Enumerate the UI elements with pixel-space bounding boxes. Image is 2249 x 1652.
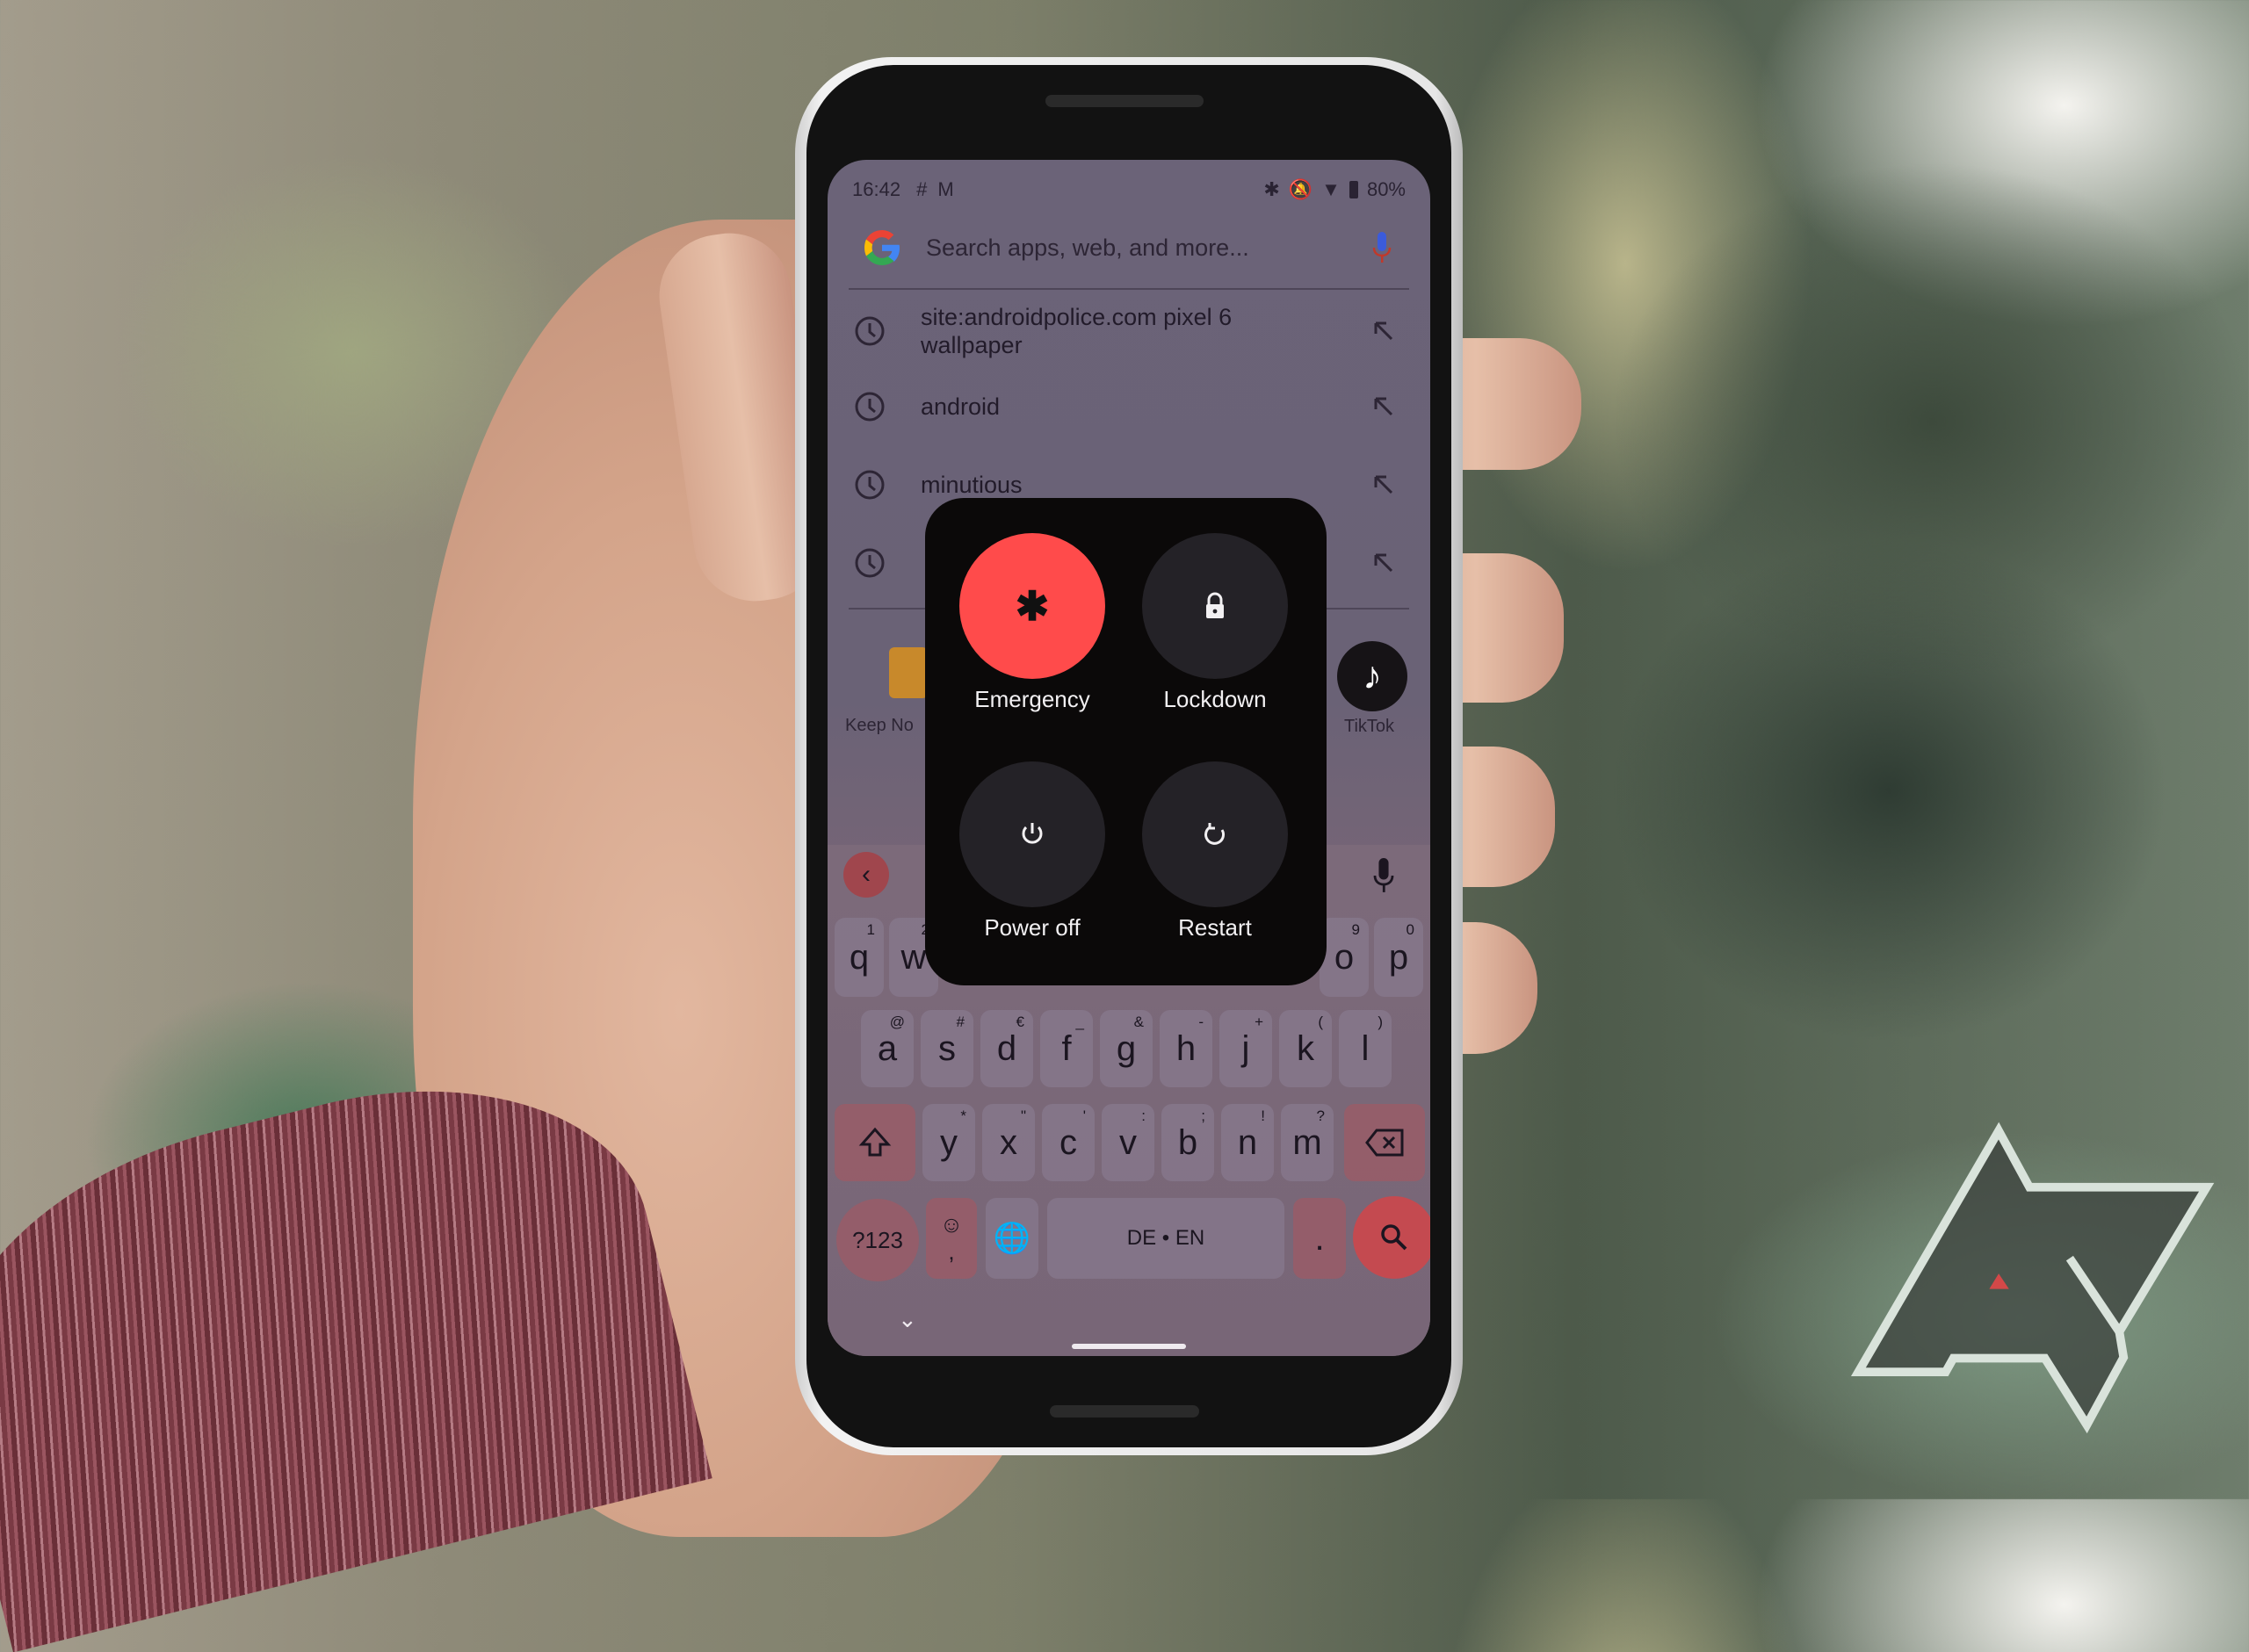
key-h[interactable]: h- xyxy=(1160,1010,1212,1087)
key-n[interactable]: n! xyxy=(1221,1104,1274,1181)
status-time: 16:42 xyxy=(852,178,901,200)
globe-icon: 🌐 xyxy=(993,1222,1031,1255)
bluetooth-icon: ✱ xyxy=(1263,178,1280,200)
wifi-icon: ▼ xyxy=(1321,178,1341,200)
key-c[interactable]: c ' xyxy=(1042,1104,1095,1181)
search-input[interactable]: Search apps, web, and more... xyxy=(926,234,1372,262)
gmail-icon: M xyxy=(937,178,954,200)
history-clock-icon xyxy=(855,470,885,500)
shift-key[interactable] xyxy=(835,1104,915,1181)
key-o[interactable]: o9 xyxy=(1320,918,1369,997)
fill-query-arrow-icon[interactable] xyxy=(1370,318,1397,344)
history-clock-icon xyxy=(855,392,885,422)
lockdown-label: Lockdown xyxy=(1163,686,1267,712)
search-bar[interactable]: Search apps, web, and more... xyxy=(854,213,1404,283)
shift-icon xyxy=(858,1127,892,1157)
history-clock-icon xyxy=(855,316,885,346)
power-icon xyxy=(1022,823,1043,844)
app-label: Keep No xyxy=(845,716,914,735)
key-l[interactable]: l) xyxy=(1339,1010,1392,1087)
mic-icon[interactable] xyxy=(1372,232,1392,263)
key-y[interactable]: y * xyxy=(922,1104,975,1181)
emergency-label: Emergency xyxy=(974,686,1090,712)
hide-keyboard-chevron-icon[interactable]: ⌄ xyxy=(898,1306,917,1333)
history-text: android xyxy=(921,393,1001,420)
keep-notes-icon xyxy=(889,647,928,698)
gesture-nav-handle[interactable] xyxy=(1072,1344,1186,1349)
tiktok-icon: ♪ xyxy=(1337,641,1407,711)
key-f[interactable]: f _ xyxy=(1040,1010,1093,1087)
backspace-icon xyxy=(1365,1129,1404,1157)
slack-icon: # xyxy=(916,178,928,200)
history-item[interactable]: site:androidpolice.com pixel 6 wallpaper xyxy=(852,300,1406,362)
emergency-button[interactable]: ✱ xyxy=(959,533,1105,679)
emoji-icon: ☺ xyxy=(939,1211,964,1237)
power-off-label: Power off xyxy=(984,914,1081,941)
google-g-icon xyxy=(864,230,900,265)
key-q[interactable]: q1 xyxy=(835,918,884,997)
phone-screen: 16:42 # M ✱ 🔕 ▼ 80% Search apps, web, an… xyxy=(828,160,1430,1356)
emoji-comma-key[interactable]: ☺, xyxy=(926,1198,977,1279)
search-action-key[interactable] xyxy=(1353,1196,1430,1279)
backspace-key[interactable] xyxy=(1344,1104,1425,1181)
restart-icon xyxy=(1204,823,1226,845)
keyboard-mic-icon[interactable] xyxy=(1372,858,1395,893)
language-globe-key[interactable]: 🌐 xyxy=(986,1198,1038,1279)
key-j[interactable]: j + xyxy=(1219,1010,1272,1087)
key-a[interactable]: a @ xyxy=(861,1010,914,1087)
lockdown-button[interactable] xyxy=(1142,533,1288,679)
key-s[interactable]: s # xyxy=(921,1010,973,1087)
app-keep-notes[interactable]: Keep No xyxy=(845,647,933,753)
app-label: TikTok xyxy=(1344,717,1395,736)
restart-label: Restart xyxy=(1178,914,1252,941)
back-chevron-icon[interactable]: ‹ xyxy=(843,852,889,898)
emergency-asterisk-icon: ✱ xyxy=(1015,583,1050,629)
power-off-button[interactable] xyxy=(959,761,1105,907)
search-divider xyxy=(849,288,1409,290)
key-d[interactable]: d € xyxy=(980,1010,1033,1087)
key-b[interactable]: b; xyxy=(1161,1104,1214,1181)
fill-query-arrow-icon[interactable] xyxy=(1370,393,1397,420)
fill-query-arrow-icon[interactable] xyxy=(1370,550,1397,576)
symbols-key[interactable]: ?123 xyxy=(836,1199,919,1281)
history-item[interactable]: android xyxy=(852,385,1406,429)
history-clock-icon xyxy=(855,548,885,578)
key-v[interactable]: v: xyxy=(1102,1104,1154,1181)
search-icon xyxy=(1381,1224,1407,1251)
lock-icon xyxy=(1206,592,1224,618)
history-text-line1: site:androidpolice.com pixel 6 xyxy=(921,304,1233,330)
notifications-off-icon: 🔕 xyxy=(1288,178,1313,200)
key-g[interactable]: g & xyxy=(1100,1010,1153,1087)
battery-percent: 80% xyxy=(1366,178,1406,200)
history-text-line2: wallpaper xyxy=(921,332,1023,358)
space-key[interactable]: DE • EN xyxy=(1047,1198,1284,1279)
earpiece-speaker xyxy=(1045,95,1204,107)
battery-icon xyxy=(1349,181,1358,198)
key-p[interactable]: p0 xyxy=(1374,918,1423,997)
android-police-logo-icon xyxy=(1850,1122,2215,1434)
app-tiktok[interactable]: ♪ TikTok xyxy=(1328,641,1425,755)
period-key[interactable]: . xyxy=(1293,1198,1346,1279)
bottom-speaker xyxy=(1050,1405,1199,1418)
key-x[interactable]: x " xyxy=(982,1104,1035,1181)
power-menu: ✱ Emergency Lockdown Power off Restart xyxy=(925,498,1327,985)
key-k[interactable]: k( xyxy=(1279,1010,1332,1087)
history-text: minutious xyxy=(921,472,1023,498)
key-m[interactable]: m? xyxy=(1281,1104,1334,1181)
status-bar: 16:42 # M ✱ 🔕 ▼ 80% xyxy=(852,172,1406,207)
fill-query-arrow-icon[interactable] xyxy=(1370,472,1397,498)
restart-button[interactable] xyxy=(1142,761,1288,907)
